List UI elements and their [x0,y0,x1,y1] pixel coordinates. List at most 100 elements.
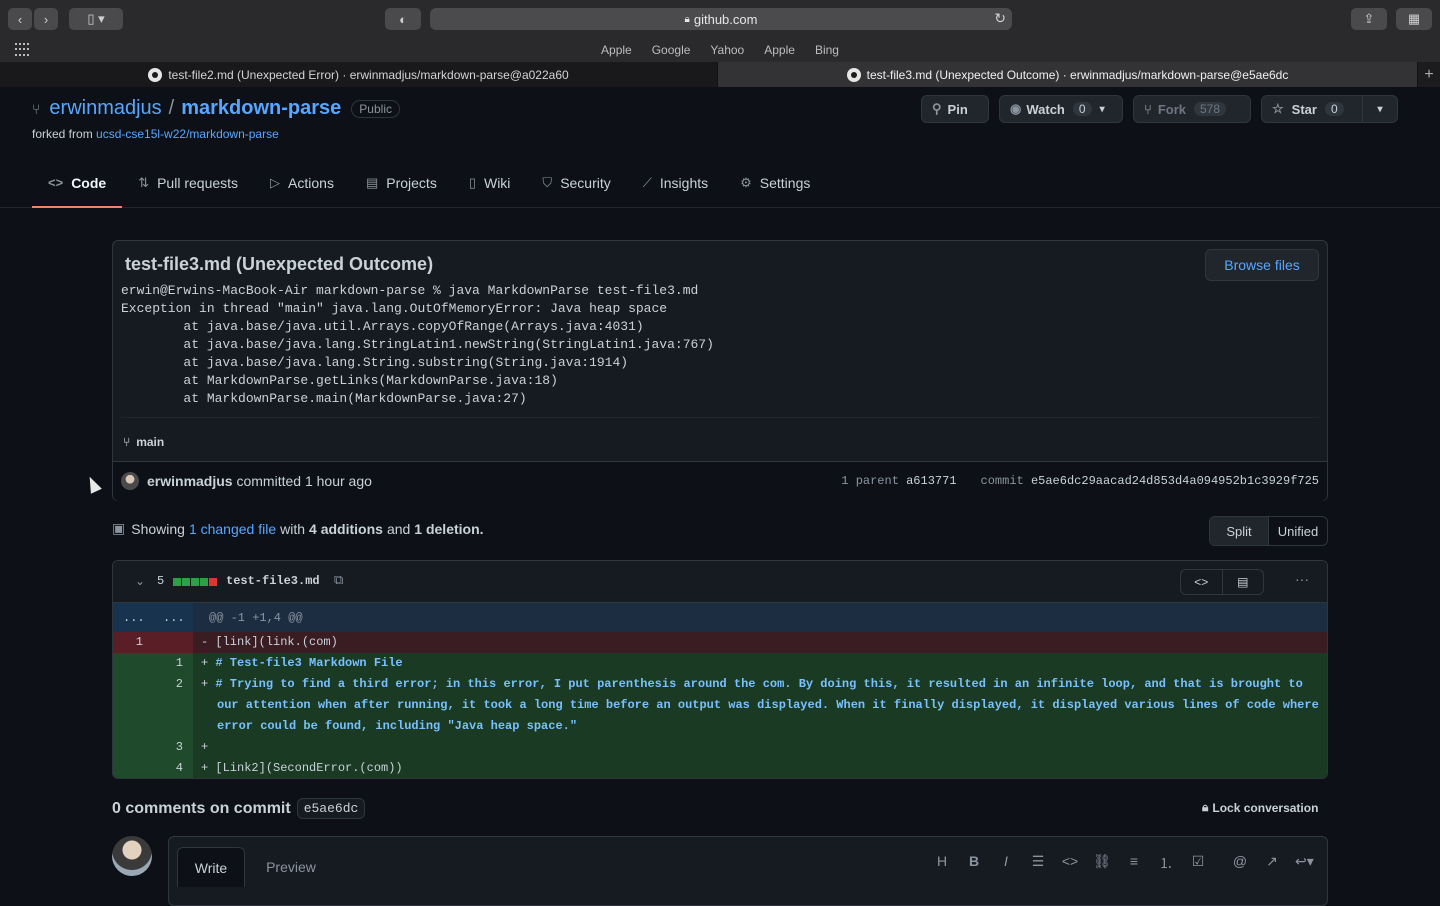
avatar[interactable] [121,472,139,490]
new-line-number[interactable]: 2 [153,674,193,695]
lock-icon: 🔒︎ [684,13,690,25]
new-tab-icon[interactable]: + [1418,62,1440,87]
copy-icon[interactable]: ⧉ [334,572,343,588]
favorite-link[interactable]: Apple [601,43,632,57]
tab-pull-requests[interactable]: ⇅ Pull requests [122,169,254,208]
branch-name: main [136,435,165,449]
commit-sha-info: commit e5ae6dc29aacad24d853d4a094952b1c3… [981,474,1319,488]
tab-wiki[interactable]: ▯ Wiki [453,169,527,208]
shield-icon: ⛉ [542,175,553,190]
browse-files-button[interactable]: Browse files [1205,249,1319,281]
split-view-button[interactable]: Split [1210,517,1269,545]
tab-preview[interactable]: Preview [255,847,327,887]
italic-icon[interactable]: I [997,853,1015,873]
fork-button[interactable]: ⑂ Fork 578 [1133,95,1251,123]
tab-insights[interactable]: ⟋ Insights [627,169,724,208]
diffstat-block-added [200,578,208,586]
back-icon[interactable]: ‹ [8,8,32,30]
mention-icon[interactable]: @ [1231,853,1249,873]
address-bar[interactable]: 🔒︎ github.com ↻ [430,8,1012,30]
repo-owner-link[interactable]: erwinmadjus [49,97,161,120]
diff-line-deleted: 1 - [link](link.(com) [113,632,1327,653]
kebab-menu-icon[interactable]: ··· [1295,571,1309,587]
commit-author: erwinmadjus committed 1 hour ago [147,473,372,489]
chevron-down-icon[interactable]: ⌄ [135,574,145,588]
tab-write[interactable]: Write [177,847,245,887]
task-list-icon[interactable]: ☑ [1189,853,1207,873]
source-diff-icon[interactable]: <> [1181,570,1223,594]
bold-icon[interactable]: B [965,853,983,873]
lock-icon: 🔒︎ [1202,800,1209,814]
browser-tab[interactable]: test-file2.md (Unexpected Error) · erwin… [0,62,718,87]
link-icon[interactable]: ⛓ [1093,853,1111,873]
favorite-link[interactable]: Bing [815,43,839,57]
committed-time: committed 1 hour ago [236,473,372,489]
summary-text: Showing [131,520,185,537]
parent-sha-link[interactable]: a613771 [906,474,956,488]
line-text: # Trying to find a third error; in this … [215,677,1326,733]
tab-label: Settings [759,175,811,191]
hunk-text: @@ -1 +1,4 @@ [209,611,303,625]
graph-icon: ⟋ [642,175,652,190]
tab-overview-icon[interactable]: ▦ [1396,8,1432,30]
line-text: [Link2](SecondError.(com)) [215,761,403,775]
additions-count: 4 additions [309,520,383,537]
repo-title: ⑂ erwinmadjus / markdown-parse Public [32,97,400,120]
tab-projects[interactable]: ▤ Projects [350,169,453,208]
star-lists-dropdown[interactable]: ▾ [1362,95,1398,123]
avatar[interactable] [112,836,152,876]
expand-up[interactable]: ... [123,611,145,625]
reply-icon[interactable]: ↩▾ [1295,853,1314,873]
line-code: - [link](link.(com) [201,632,1319,653]
diff-line-added: 3 + [113,737,1327,758]
favorite-link[interactable]: Apple [764,43,795,57]
code-icon[interactable]: <> [1061,853,1079,873]
divider [121,417,1319,418]
old-line-number[interactable]: 1 [113,632,153,653]
favorite-link[interactable]: Google [652,43,691,57]
repo-name-link[interactable]: markdown-parse [181,97,341,120]
diff-sign: - [201,635,209,649]
tab-code[interactable]: <> Code [32,169,123,208]
sidebar-toggle-icon[interactable]: ▯ ▾ [69,8,123,30]
book-icon: ▯ [468,175,476,190]
apps-grid-icon[interactable] [15,43,29,57]
reload-icon[interactable]: ↻ [994,10,1006,27]
rich-diff-file-icon[interactable]: ▤ [1223,570,1264,594]
forked-from-link[interactable]: ucsd-cse15l-w22/markdown-parse [96,127,279,141]
lock-conversation-button[interactable]: 🔒︎ Lock conversation [1202,800,1318,815]
branch-label[interactable]: ⑂ main [123,435,164,449]
browser-tab-active[interactable]: test-file3.md (Unexpected Outcome) · erw… [718,62,1418,87]
commit-details: test-file3.md (Unexpected Outcome) Brows… [112,240,1328,501]
unordered-list-icon[interactable]: ≡ [1125,853,1143,873]
unified-view-button[interactable]: Unified [1269,517,1327,545]
pin-button[interactable]: ⚲ Pin [921,95,989,123]
expand-down[interactable]: ... [163,611,185,625]
pin-icon: ⚲ [932,101,942,116]
share-icon[interactable]: ⇪ [1351,8,1387,30]
heading-icon[interactable]: H [933,853,951,873]
forward-icon[interactable]: › [34,8,58,30]
new-line-number[interactable]: 4 [153,758,193,778]
tab-settings[interactable]: ⚙ Settings [724,169,826,208]
tab-label: Actions [288,175,334,191]
author-link[interactable]: erwinmadjus [147,473,233,489]
diff-filename[interactable]: test-file3.md [226,574,320,588]
summary-text: with [280,520,306,537]
tab-actions[interactable]: ▷ Actions [254,169,350,208]
changed-files-link[interactable]: 1 changed file [189,521,276,537]
cross-reference-icon[interactable]: ↗ [1263,853,1281,873]
privacy-shield-icon[interactable]: ◐ [385,8,421,30]
new-line-number[interactable]: 3 [153,737,193,758]
quote-icon[interactable]: ☰ [1029,853,1047,873]
star-button[interactable]: ☆ Star 0 [1261,95,1363,123]
code-icon: <> [48,175,64,190]
tab-security[interactable]: ⛉ Security [526,169,626,208]
favorite-link[interactable]: Yahoo [710,43,744,57]
commit-label: commit [980,474,1024,488]
git-branch-icon: ⑂ [123,435,131,449]
new-line-number[interactable]: 1 [153,653,193,674]
parent-info: 1 parent a613771 [841,474,956,488]
watch-button[interactable]: ◉ Watch 0 ▾ [999,95,1123,123]
ordered-list-icon[interactable]: ⒈ [1157,853,1175,873]
